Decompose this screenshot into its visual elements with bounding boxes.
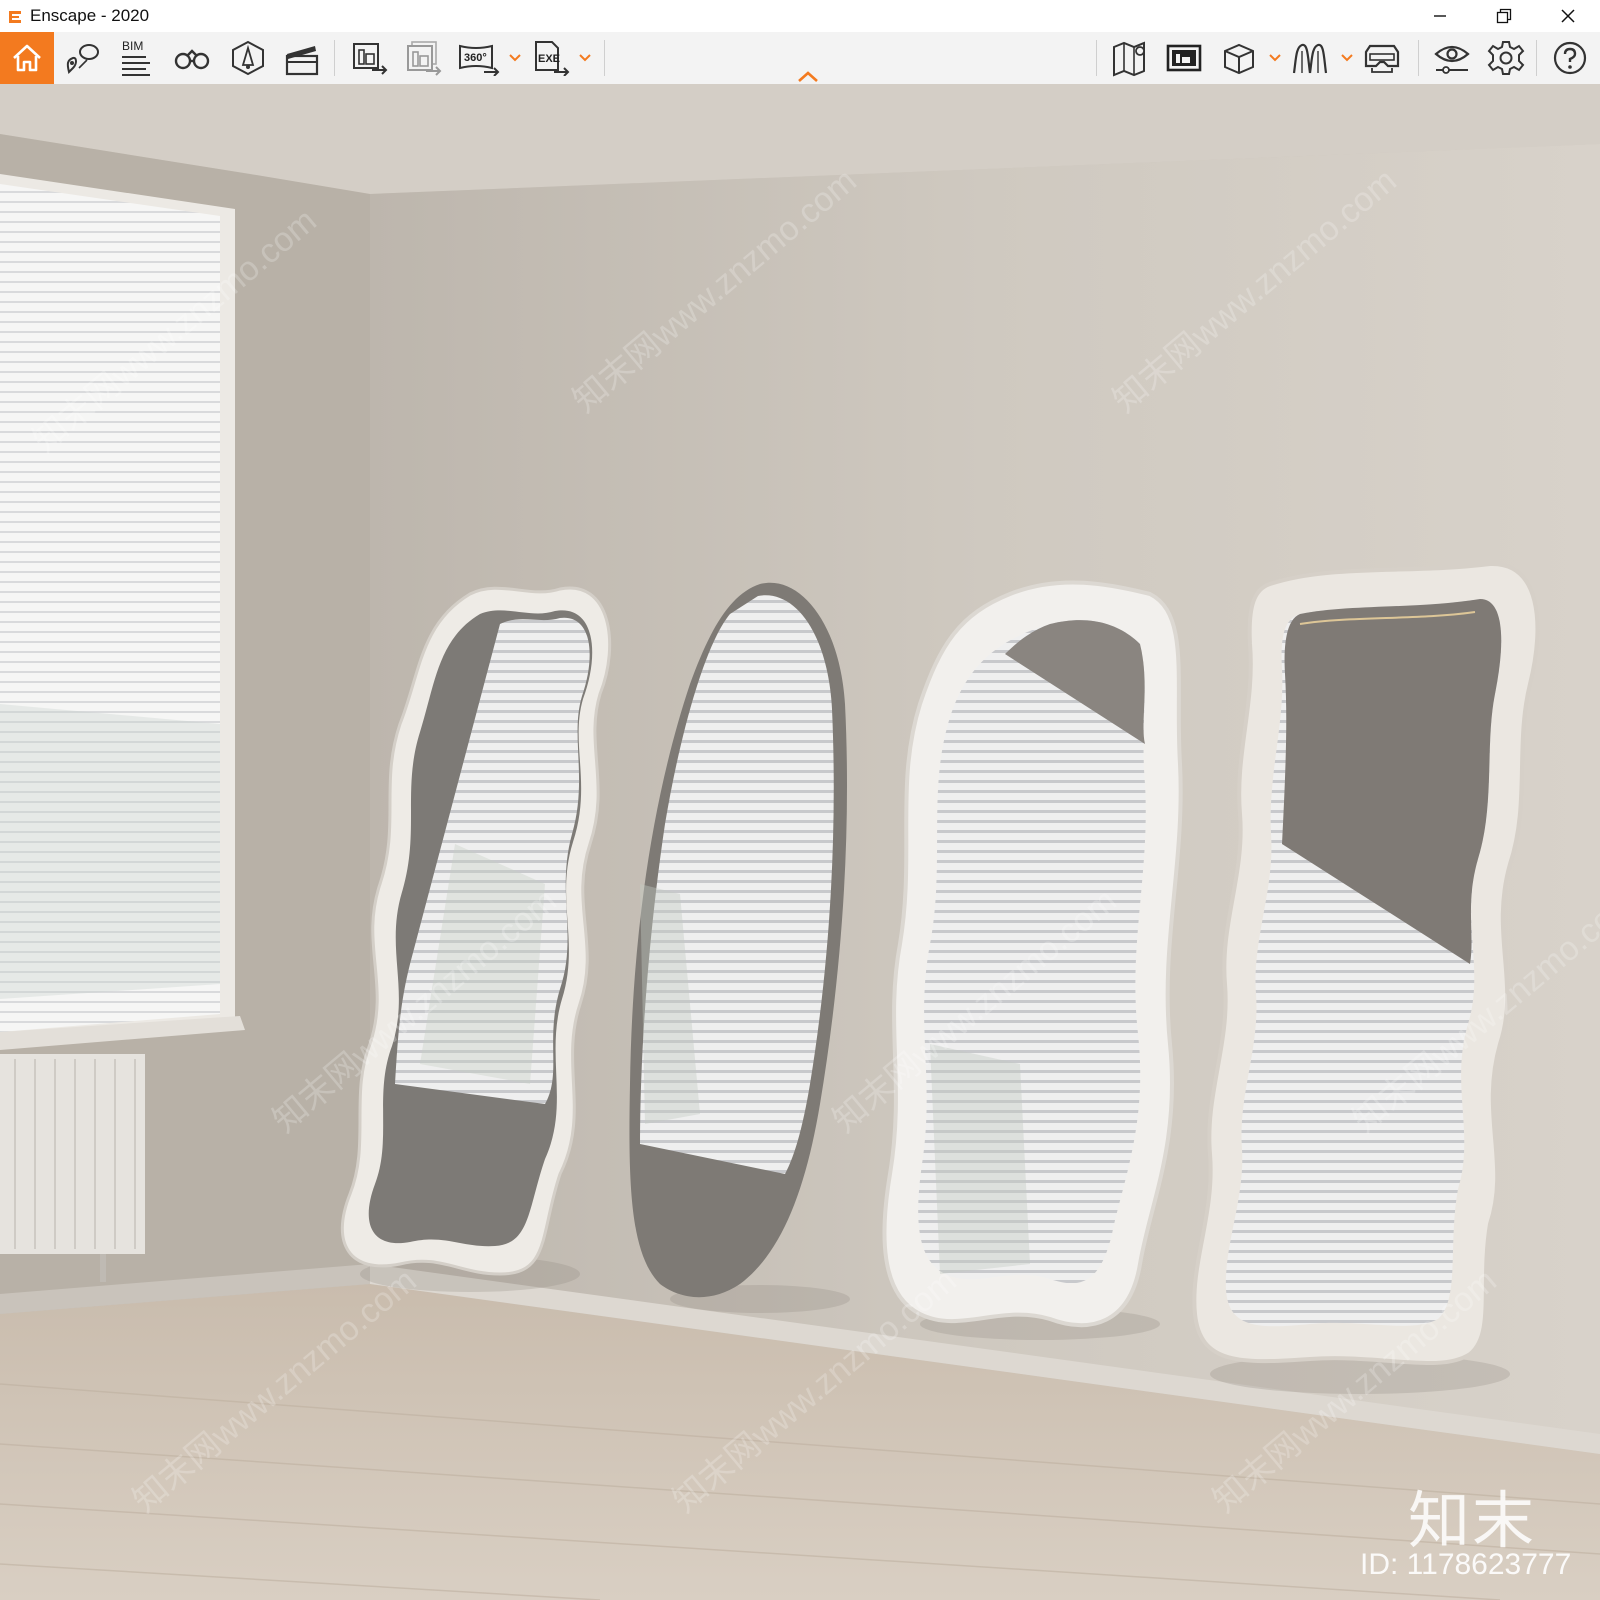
views-icon	[66, 44, 99, 74]
window-title: Enscape - 2020	[30, 6, 150, 25]
home-button[interactable]	[0, 32, 54, 84]
walk-mode-dropdown-caret[interactable]	[1340, 46, 1354, 70]
window-view	[0, 704, 220, 999]
bim-button[interactable]: BIM	[110, 32, 162, 84]
settings-button[interactable]	[1480, 32, 1532, 84]
views-button[interactable]	[56, 32, 108, 84]
gallery-icon	[1166, 44, 1202, 72]
restore-icon	[1496, 8, 1512, 24]
video-editor-button[interactable]	[276, 32, 328, 84]
radiator	[0, 1054, 145, 1282]
bim-icon: BIM	[122, 39, 150, 76]
svg-text:360°: 360°	[464, 52, 487, 64]
brand-watermark: 知末	[1408, 1484, 1537, 1557]
visual-settings-icon	[1434, 45, 1470, 74]
cube-button[interactable]	[1212, 32, 1264, 84]
visual-settings-button[interactable]	[1426, 32, 1478, 84]
export-360-dropdown-caret[interactable]	[508, 46, 522, 70]
home-icon	[13, 44, 41, 72]
help-button[interactable]	[1544, 32, 1596, 84]
help-icon	[1553, 41, 1587, 75]
map-button[interactable]	[1104, 32, 1156, 84]
chevron-down-icon	[509, 54, 521, 62]
toolbar-separator	[1096, 40, 1097, 76]
settings-icon	[1487, 41, 1525, 75]
chevron-up-icon	[798, 71, 818, 82]
walk-mode-button[interactable]	[1284, 32, 1336, 84]
svg-text:EXE: EXE	[538, 53, 560, 65]
toolbar-separator	[1418, 40, 1419, 76]
close-icon	[1561, 9, 1575, 23]
asset-library-icon	[232, 40, 264, 76]
video-editor-icon	[285, 46, 319, 76]
toolbar-separator	[334, 40, 335, 76]
batch-render-button[interactable]	[398, 32, 450, 84]
render-screenshot-button[interactable]	[344, 32, 396, 84]
minimize-icon	[1434, 15, 1446, 17]
render-viewport[interactable]: 知末网www.znzmo.com 知末网www.znzmo.com 知末网www…	[0, 84, 1600, 1600]
chevron-down-icon	[1269, 54, 1281, 62]
gallery-button[interactable]	[1158, 32, 1210, 84]
export-360-button[interactable]: 360°	[452, 32, 504, 84]
export-exe-dropdown-caret[interactable]	[578, 46, 592, 70]
chevron-down-icon	[579, 54, 591, 62]
asset-library-button[interactable]	[222, 32, 274, 84]
export-exe-icon: EXE	[535, 41, 570, 76]
close-button[interactable]	[1536, 0, 1600, 32]
svg-text:BIM: BIM	[122, 39, 143, 53]
binoculars-icon	[174, 49, 210, 70]
toolbar-separator	[1536, 40, 1537, 76]
collapse-toolbar-button[interactable]	[796, 68, 820, 82]
toolbar-separator	[604, 40, 605, 76]
vr-headset-icon	[1364, 44, 1400, 73]
map-icon	[1113, 41, 1145, 77]
export-360-icon: 360°	[459, 44, 500, 76]
export-exe-button[interactable]: EXE	[524, 32, 576, 84]
batch-render-icon	[407, 41, 442, 76]
render-screenshot-icon	[353, 43, 388, 75]
cube-dropdown-caret[interactable]	[1268, 46, 1282, 70]
minimize-button[interactable]	[1408, 0, 1472, 32]
title-bar: Enscape - 2020	[0, 0, 1600, 32]
image-id-watermark: ID: 1178623777	[1360, 1548, 1572, 1581]
chevron-down-icon	[1341, 54, 1353, 62]
walk-mode-icon	[1292, 43, 1328, 74]
vr-headset-button[interactable]	[1356, 32, 1408, 84]
restore-button[interactable]	[1472, 0, 1536, 32]
enscape-logo-icon	[4, 5, 26, 27]
cube-icon	[1224, 43, 1254, 75]
binoculars-button[interactable]	[166, 32, 218, 84]
